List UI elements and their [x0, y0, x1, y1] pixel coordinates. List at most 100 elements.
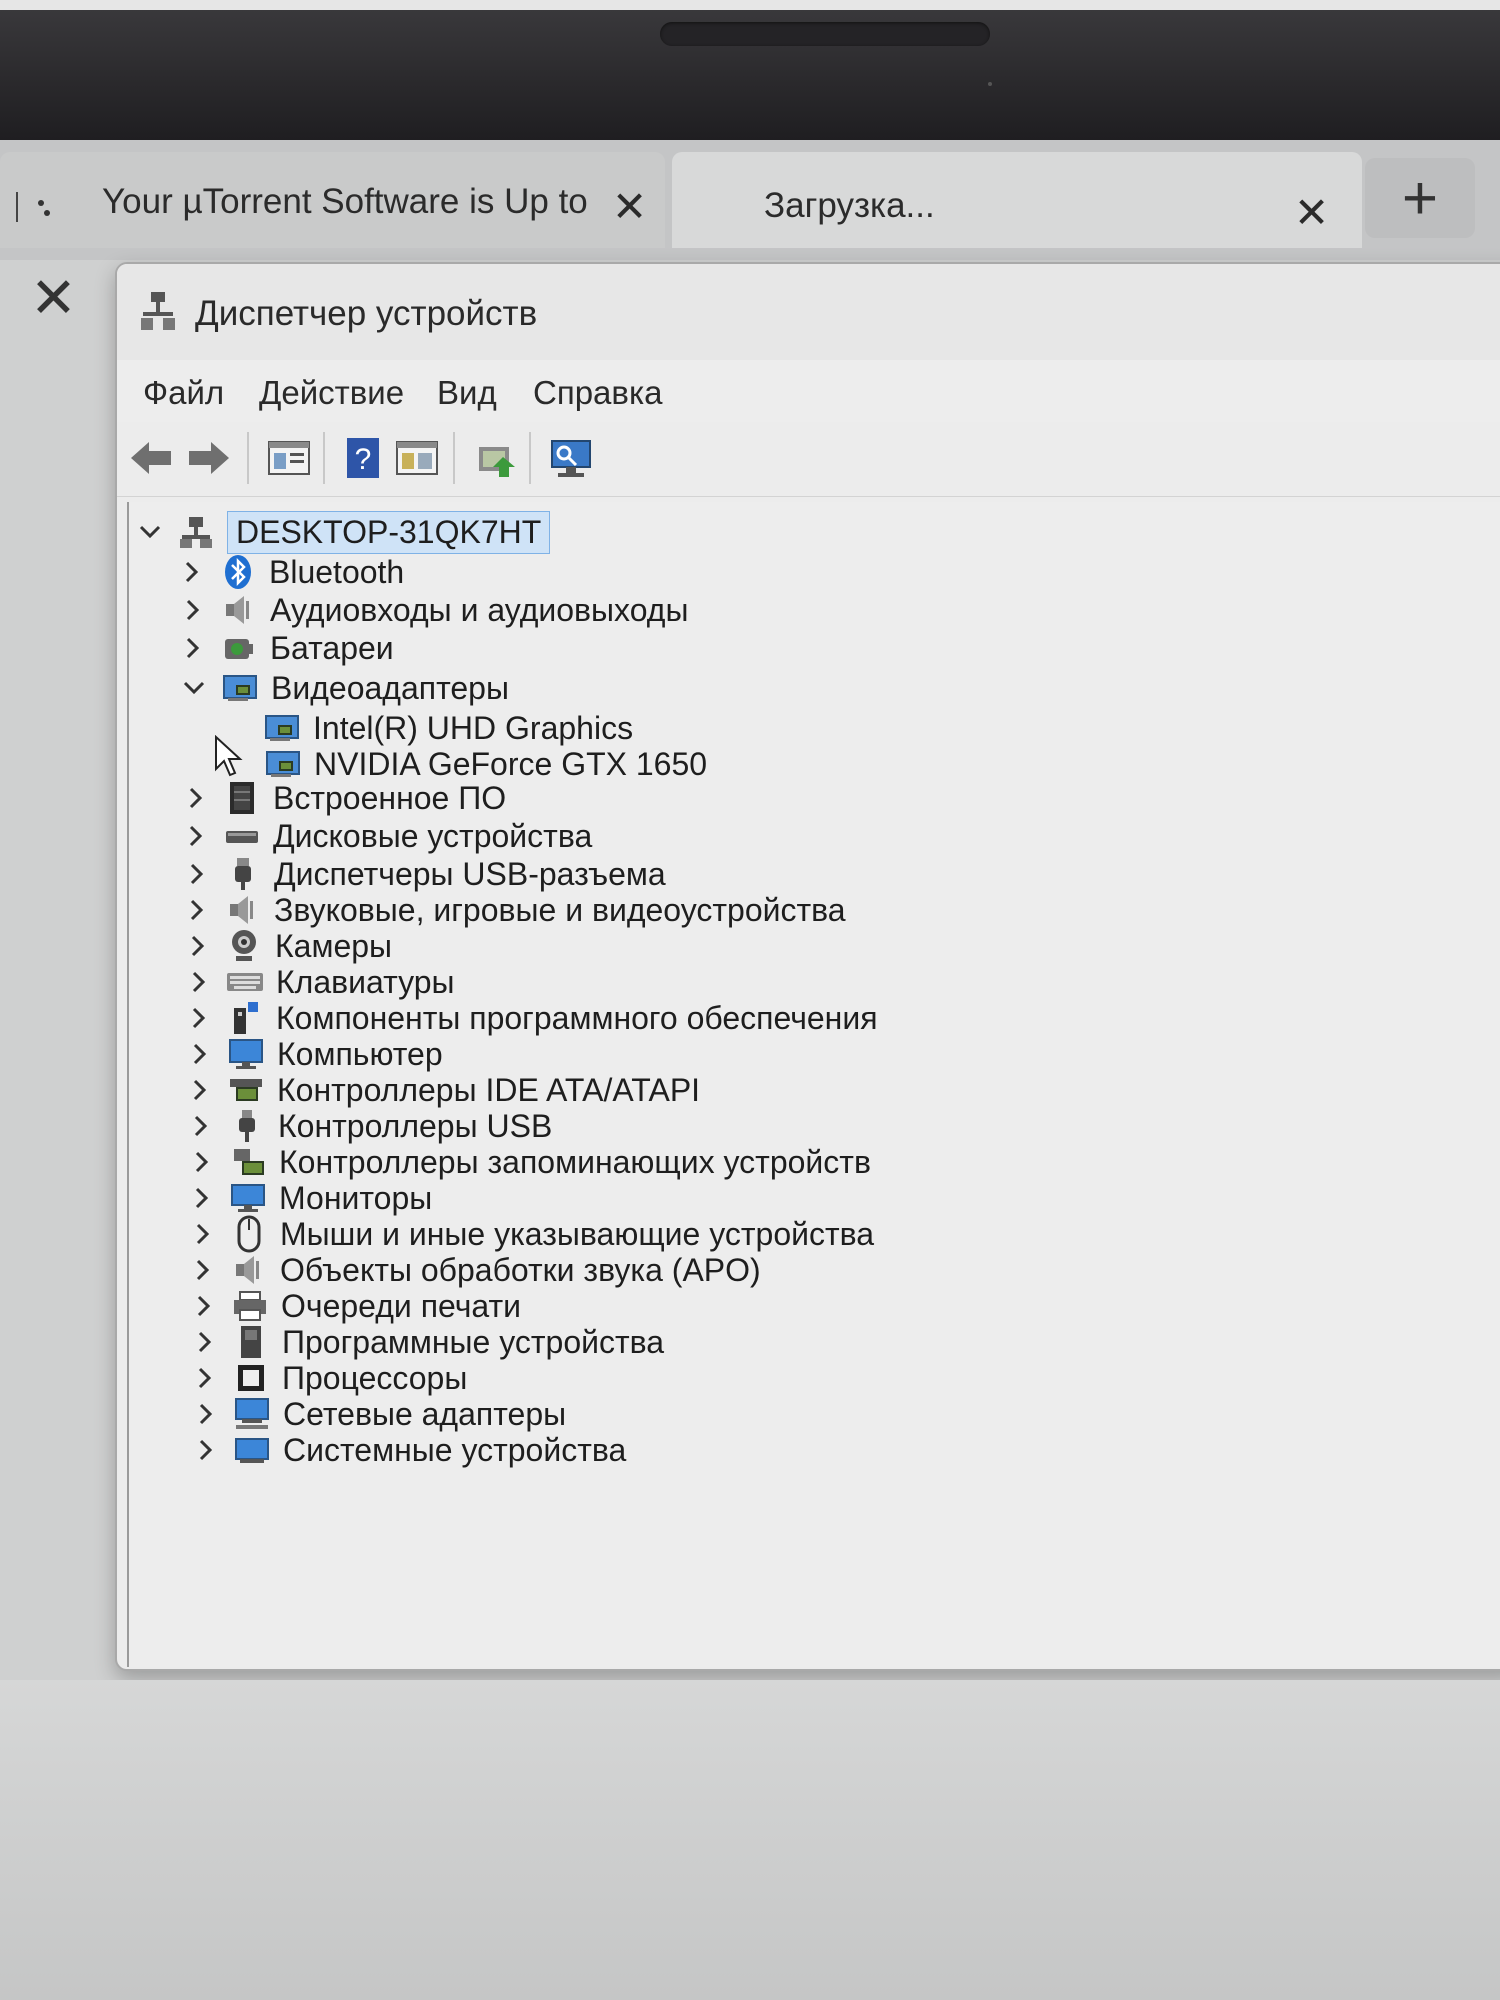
- tree-item-label: Мыши и иные указывающие устройства: [280, 1215, 875, 1252]
- window-title: Диспетчер устройств: [195, 294, 538, 333]
- svg-text:?: ?: [355, 443, 372, 476]
- display-adapter-icon: [221, 669, 259, 707]
- chevron-right-icon[interactable]: [185, 1039, 215, 1069]
- chevron-right-icon[interactable]: [181, 821, 211, 851]
- tree-item-label: Контроллеры IDE ATA/ATAPI: [277, 1071, 701, 1108]
- tree-item-label: Контроллеры USB: [278, 1107, 553, 1144]
- menu-action[interactable]: Действие: [259, 374, 404, 412]
- tree-category[interactable]: Видеоадаптеры: [179, 666, 509, 710]
- tree-item-label: Аудиовходы и аудиовыходы: [270, 591, 689, 628]
- tree-item-label: Intel(R) UHD Graphics: [313, 709, 634, 746]
- tree-item-label: Bluetooth: [269, 553, 405, 590]
- properties-icon[interactable]: [265, 434, 313, 482]
- chevron-right-icon[interactable]: [190, 1363, 220, 1393]
- tree-item-label: Процессоры: [282, 1359, 468, 1396]
- bezel-top-edge: [0, 0, 1500, 10]
- chevron-right-icon[interactable]: [187, 1147, 217, 1177]
- battery-icon: [220, 629, 258, 667]
- chevron-right-icon[interactable]: [189, 1291, 219, 1321]
- tree-category[interactable]: Системные устройства: [191, 1428, 626, 1472]
- webcam-dot: [988, 82, 992, 86]
- background-surface: [0, 1680, 1500, 2000]
- menu-help[interactable]: Справка: [533, 374, 662, 412]
- tree-root-label: DESKTOP-31QK7HT: [227, 510, 551, 554]
- toolbar: ?: [117, 422, 1500, 497]
- tree-item-label: Дисковые устройства: [273, 817, 593, 854]
- forward-arrow-icon[interactable]: [185, 434, 233, 482]
- tree-item-label: Сетевые адаптеры: [283, 1395, 567, 1432]
- chevron-right-icon[interactable]: [190, 1327, 220, 1357]
- chevron-down-icon[interactable]: [135, 517, 165, 547]
- chevron-right-icon[interactable]: [178, 633, 208, 663]
- tree-item-label: Компьютер: [277, 1035, 443, 1072]
- firmware-icon: [223, 779, 261, 817]
- chevron-right-icon[interactable]: [183, 931, 213, 961]
- tree-root[interactable]: DESKTOP-31QK7HT: [135, 510, 551, 554]
- chevron-right-icon[interactable]: [178, 595, 208, 625]
- toolbar-separator: [453, 432, 455, 484]
- chevron-right-icon[interactable]: [182, 895, 212, 925]
- toolbar-separator: [247, 432, 249, 484]
- chevron-right-icon[interactable]: [182, 859, 212, 889]
- device-manager-icon: [141, 292, 175, 330]
- tab-close-icon[interactable]: ✕: [612, 186, 647, 228]
- disk-icon: [223, 817, 261, 855]
- tree-item-label: Контроллеры запоминающих устройств: [279, 1143, 871, 1180]
- mouse-cursor-icon: [215, 735, 243, 777]
- tree-item-label: Мониторы: [279, 1179, 433, 1216]
- tree-item-label: Диспетчеры USB-разъема: [274, 855, 666, 892]
- chevron-right-icon[interactable]: [191, 1435, 221, 1465]
- monitor-scan-icon[interactable]: [547, 434, 595, 482]
- tree-item-label: Очереди печати: [281, 1287, 522, 1324]
- bluetooth-icon: [219, 553, 257, 591]
- toolbar-separator: [529, 432, 531, 484]
- chevron-right-icon[interactable]: [184, 967, 214, 997]
- toolbar-separator: [323, 432, 325, 484]
- new-tab-button[interactable]: +: [1365, 158, 1475, 238]
- tab-close-icon[interactable]: ✕: [1294, 192, 1329, 234]
- tab-menu-icon[interactable]: [16, 192, 44, 222]
- menu-bar: Файл Действие Вид Справка: [117, 360, 1500, 422]
- tab-loading[interactable]: Загрузка... ✕: [672, 152, 1362, 248]
- chevron-down-icon[interactable]: [179, 673, 209, 703]
- tree-item-label: Объекты обработки звука (APO): [280, 1251, 761, 1288]
- chevron-right-icon[interactable]: [188, 1255, 218, 1285]
- update-driver-icon[interactable]: [471, 434, 519, 482]
- speaker-icon: [220, 591, 258, 629]
- help-icon[interactable]: ?: [339, 434, 387, 482]
- tab-title: Your µTorrent Software is Up to D: [102, 182, 590, 221]
- window-titlebar: Диспетчер устройств: [117, 264, 1500, 360]
- tab-utorrent[interactable]: Your µTorrent Software is Up to D ✕: [0, 152, 665, 248]
- chevron-right-icon[interactable]: [177, 557, 207, 587]
- tree-item-label: Камеры: [275, 927, 393, 964]
- tree-item-label: Клавиатуры: [276, 963, 455, 1000]
- tree-item-label: Компоненты программного обеспечения: [276, 999, 878, 1036]
- tree-item-label: Видеоадаптеры: [271, 669, 509, 706]
- action-pane-icon[interactable]: [393, 434, 441, 482]
- tree-item-label: Звуковые, игровые и видеоустройства: [274, 891, 846, 928]
- device-tree: DESKTOP-31QK7HT Bluetooth Аудиовходы и ау…: [127, 502, 1500, 1667]
- laptop-bezel: [0, 0, 1500, 140]
- back-arrow-icon[interactable]: [127, 434, 175, 482]
- chevron-right-icon[interactable]: [184, 1003, 214, 1033]
- menu-view[interactable]: Вид: [437, 374, 497, 412]
- chevron-right-icon[interactable]: [188, 1219, 218, 1249]
- chevron-right-icon[interactable]: [187, 1183, 217, 1213]
- system-device-icon: [233, 1431, 271, 1469]
- tree-item-label: Программные устройства: [282, 1323, 665, 1360]
- device-manager-window: Диспетчер устройств Файл Действие Вид Сп…: [115, 262, 1500, 1671]
- tree-item-label: Батареи: [270, 629, 394, 666]
- tree-item-label: Системные устройства: [283, 1431, 627, 1468]
- webcam-strip: [660, 22, 990, 46]
- chevron-right-icon[interactable]: [185, 1075, 215, 1105]
- computer-root-icon: [177, 513, 215, 551]
- browser-tab-bar: Your µTorrent Software is Up to D ✕ Загр…: [0, 140, 1500, 260]
- close-icon[interactable]: ✕: [30, 270, 77, 326]
- chevron-right-icon[interactable]: [181, 783, 211, 813]
- tab-title: Загрузка...: [764, 186, 935, 225]
- tree-category[interactable]: Батареи: [178, 626, 394, 670]
- menu-file[interactable]: Файл: [143, 374, 224, 412]
- chevron-right-icon[interactable]: [191, 1399, 221, 1429]
- tree-item-label: Встроенное ПО: [273, 779, 507, 816]
- chevron-right-icon[interactable]: [186, 1111, 216, 1141]
